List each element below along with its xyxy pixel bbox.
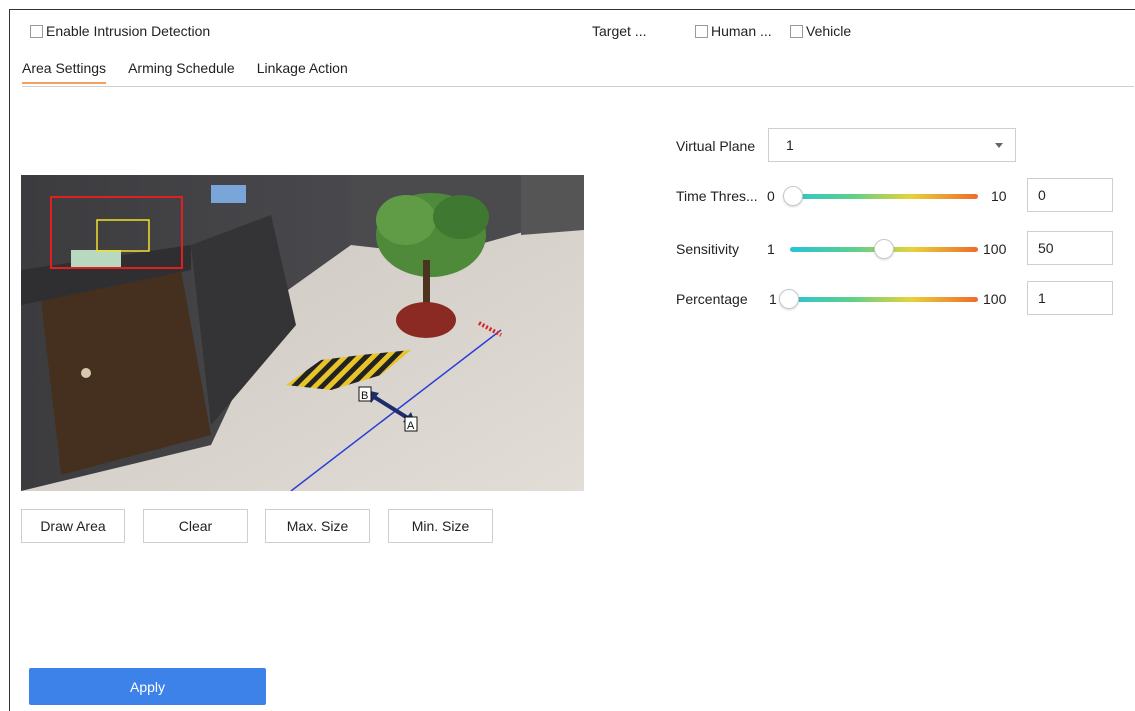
- tab-linkage-action[interactable]: Linkage Action: [257, 60, 348, 84]
- vehicle-checkbox[interactable]: Vehicle: [790, 23, 851, 39]
- sensitivity-input[interactable]: 50: [1027, 231, 1113, 265]
- max-size-button[interactable]: Max. Size: [265, 509, 370, 543]
- time-threshold-max: 10: [991, 188, 1007, 204]
- human-checkbox[interactable]: Human ...: [695, 23, 772, 39]
- min-size-button[interactable]: Min. Size: [388, 509, 493, 543]
- percentage-min: 1: [769, 291, 777, 307]
- percentage-label: Percentage: [676, 291, 748, 307]
- target-label: Target ...: [592, 23, 647, 39]
- vehicle-label: Vehicle: [806, 23, 852, 39]
- clear-button[interactable]: Clear: [143, 509, 248, 543]
- camera-frame-image: B A: [21, 175, 584, 491]
- time-threshold-slider-track[interactable]: [785, 194, 978, 199]
- time-threshold-input[interactable]: 0: [1027, 178, 1113, 212]
- checkbox-box[interactable]: [695, 24, 708, 38]
- time-threshold-slider-knob[interactable]: [783, 186, 803, 206]
- marker-b: B: [361, 390, 368, 402]
- percentage-input[interactable]: 1: [1027, 281, 1113, 315]
- sensitivity-label: Sensitivity: [676, 241, 740, 257]
- percentage-slider-knob[interactable]: [779, 289, 799, 309]
- time-threshold-label: Time Thres...: [676, 188, 758, 204]
- tab-arming-schedule[interactable]: Arming Schedule: [128, 60, 235, 84]
- percentage-slider-track[interactable]: [785, 297, 978, 302]
- sensitivity-max: 100: [983, 241, 1007, 257]
- enable-intrusion-detection-checkbox[interactable]: Enable Intrusion Detection: [30, 23, 210, 39]
- human-label: Human ...: [711, 23, 772, 39]
- marker-a: A: [407, 420, 415, 432]
- virtual-plane-value: 1: [786, 137, 794, 153]
- sensitivity-min: 1: [767, 241, 775, 257]
- tab-area-settings[interactable]: Area Settings: [22, 60, 107, 84]
- chevron-down-icon: [995, 143, 1003, 148]
- tab-bar: Area Settings Arming Schedule Linkage Ac…: [22, 60, 370, 84]
- time-threshold-min: 0: [767, 188, 775, 204]
- tab-divider: [22, 86, 1134, 87]
- draw-area-button[interactable]: Draw Area: [21, 509, 125, 543]
- enable-intrusion-detection-label: Enable Intrusion Detection: [46, 23, 211, 39]
- virtual-plane-select[interactable]: 1: [768, 128, 1016, 162]
- virtual-plane-label: Virtual Plane: [676, 138, 756, 154]
- checkbox-box[interactable]: [30, 24, 43, 38]
- checkbox-box[interactable]: [790, 24, 803, 38]
- camera-preview[interactable]: B A: [21, 175, 584, 491]
- percentage-max: 100: [983, 291, 1007, 307]
- apply-button[interactable]: Apply: [29, 668, 266, 705]
- sensitivity-slider-knob[interactable]: [874, 239, 894, 259]
